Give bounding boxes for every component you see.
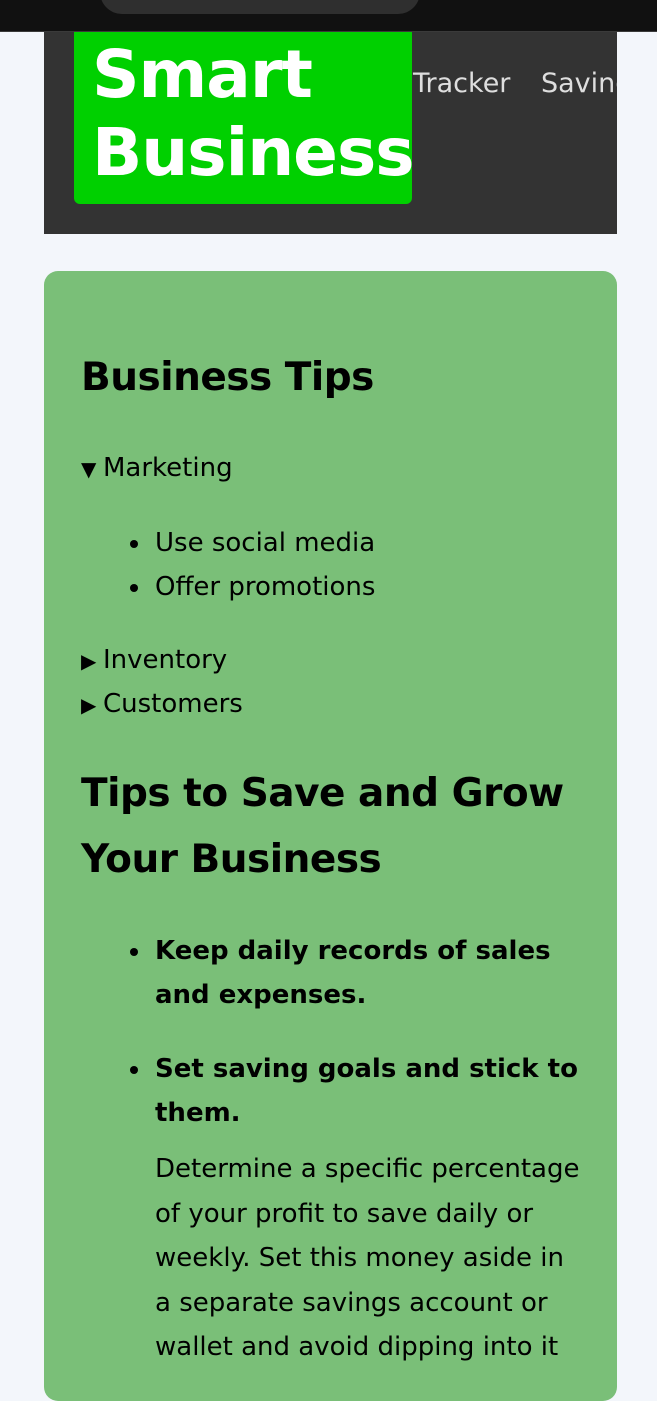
triangle-right-icon: ▶ bbox=[81, 649, 97, 673]
list-item: Offer promotions bbox=[129, 565, 375, 609]
tip-heading: Keep daily records of sales and expenses… bbox=[155, 936, 551, 1010]
nav-link-tracker[interactable]: Tracker bbox=[413, 68, 510, 99]
marketing-tips-list: Use social media Offer promotions bbox=[129, 521, 375, 609]
business-tips-heading: Business Tips bbox=[81, 355, 374, 400]
details-marketing-label: Marketing bbox=[103, 453, 233, 483]
logo-line-2: Business bbox=[92, 114, 415, 191]
nav-link-savings[interactable]: Savings bbox=[541, 68, 617, 99]
site-logo[interactable]: Smart Business bbox=[74, 32, 415, 204]
address-bar[interactable] bbox=[100, 0, 420, 14]
details-customers[interactable]: ▶ Customers bbox=[81, 687, 243, 722]
details-inventory[interactable]: ▶ Inventory bbox=[81, 643, 227, 678]
save-grow-tips-list: Keep daily records of sales and expenses… bbox=[130, 929, 585, 1400]
details-inventory-label: Inventory bbox=[103, 645, 228, 675]
tip-heading: Set saving goals and stick to them. bbox=[155, 1054, 578, 1128]
triangle-right-icon: ▶ bbox=[81, 693, 97, 717]
browser-top-bar bbox=[0, 0, 657, 32]
tip-body: Determine a specific percentage of your … bbox=[155, 1154, 580, 1362]
save-grow-heading: Tips to Save and Grow Your Business bbox=[81, 771, 564, 882]
details-customers-label: Customers bbox=[103, 689, 243, 719]
triangle-down-icon: ▼ bbox=[81, 457, 97, 481]
list-item: Use social media bbox=[129, 521, 375, 565]
details-marketing[interactable]: ▼ Marketing bbox=[81, 451, 233, 486]
site-header: Smart Business Tracker Savings bbox=[44, 32, 617, 234]
logo-line-1: Smart bbox=[92, 36, 313, 113]
list-item: Keep daily records of sales and expenses… bbox=[130, 929, 585, 1017]
tips-card: Business Tips ▼ Marketing Use social medi… bbox=[44, 271, 617, 1401]
list-item: Set saving goals and stick to them. Dete… bbox=[130, 1047, 585, 1370]
